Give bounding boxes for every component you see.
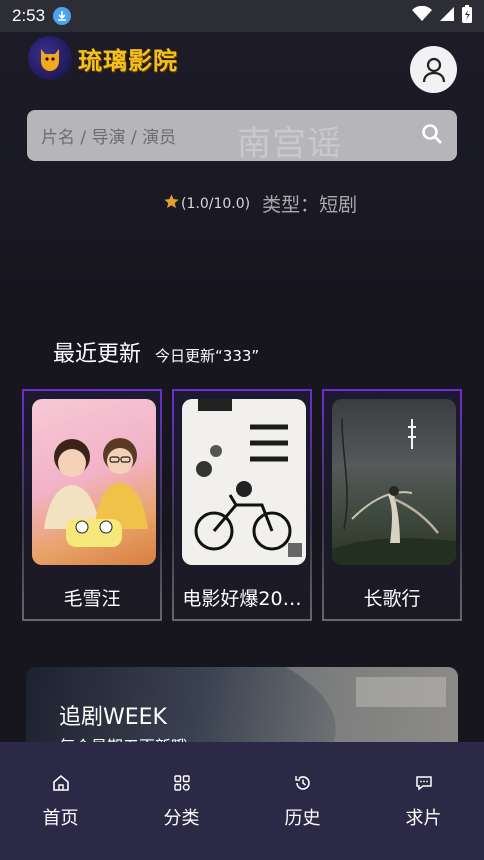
rating-score: (1.0/10.0) bbox=[181, 195, 251, 212]
search-input[interactable]: 片名 / 导演 / 演员 bbox=[41, 123, 176, 148]
history-icon bbox=[294, 776, 310, 790]
bottom-tab-bar: 首页 分类 历史 求片 bbox=[0, 742, 484, 860]
banner-title: 追剧WEEK bbox=[59, 705, 167, 730]
poster-image bbox=[332, 399, 456, 565]
movie-card[interactable]: 电影好爆20… bbox=[172, 389, 312, 621]
section-subtitle: 今日更新“333” bbox=[155, 347, 260, 365]
download-icon bbox=[53, 7, 72, 25]
tab-home[interactable]: 首页 bbox=[0, 742, 121, 860]
status-bar: 2:53 bbox=[0, 0, 484, 32]
grid-icon bbox=[173, 775, 190, 791]
tab-label: 首页 bbox=[42, 808, 79, 829]
recent-card-list: 毛雪汪 电影好爆20… 长歌行 bbox=[22, 389, 462, 621]
wifi-icon bbox=[412, 5, 432, 26]
star-icon bbox=[164, 194, 179, 213]
message-icon bbox=[415, 776, 432, 791]
tab-category[interactable]: 分类 bbox=[121, 742, 242, 860]
poster-image bbox=[32, 399, 156, 565]
genre-type: 类型：短剧 bbox=[262, 194, 358, 216]
home-icon bbox=[52, 774, 69, 791]
user-profile-button[interactable] bbox=[410, 46, 457, 93]
search-watermark: 南宫谣 bbox=[237, 124, 342, 164]
tab-label: 分类 bbox=[163, 808, 200, 829]
tab-label: 历史 bbox=[284, 808, 321, 829]
section-title: 最近更新 bbox=[53, 342, 142, 367]
status-time: 2:53 bbox=[12, 6, 46, 25]
tab-history[interactable]: 历史 bbox=[242, 742, 363, 860]
featured-info: (1.0/10.0) 类型：短剧 bbox=[164, 190, 357, 217]
logo-text: 琉璃影院 bbox=[78, 45, 178, 75]
tab-request[interactable]: 求片 bbox=[363, 742, 484, 860]
card-title: 长歌行 bbox=[363, 588, 421, 610]
signal-icon bbox=[439, 6, 455, 26]
poster-image bbox=[182, 399, 306, 565]
search-bar[interactable]: 片名 / 导演 / 演员 南宫谣 bbox=[27, 110, 457, 164]
card-title: 毛雪汪 bbox=[63, 588, 121, 610]
battery-icon bbox=[462, 5, 472, 27]
movie-card[interactable]: 毛雪汪 bbox=[22, 389, 162, 621]
search-icon[interactable] bbox=[421, 123, 443, 149]
user-icon bbox=[422, 57, 445, 82]
app-logo: 琉璃影院 bbox=[28, 36, 178, 80]
tab-label: 求片 bbox=[405, 808, 442, 829]
cat-logo-icon bbox=[28, 36, 72, 80]
movie-card[interactable]: 长歌行 bbox=[322, 389, 462, 621]
card-title: 电影好爆20… bbox=[182, 588, 302, 610]
recent-section-header: 最近更新 今日更新“333” bbox=[53, 336, 259, 368]
